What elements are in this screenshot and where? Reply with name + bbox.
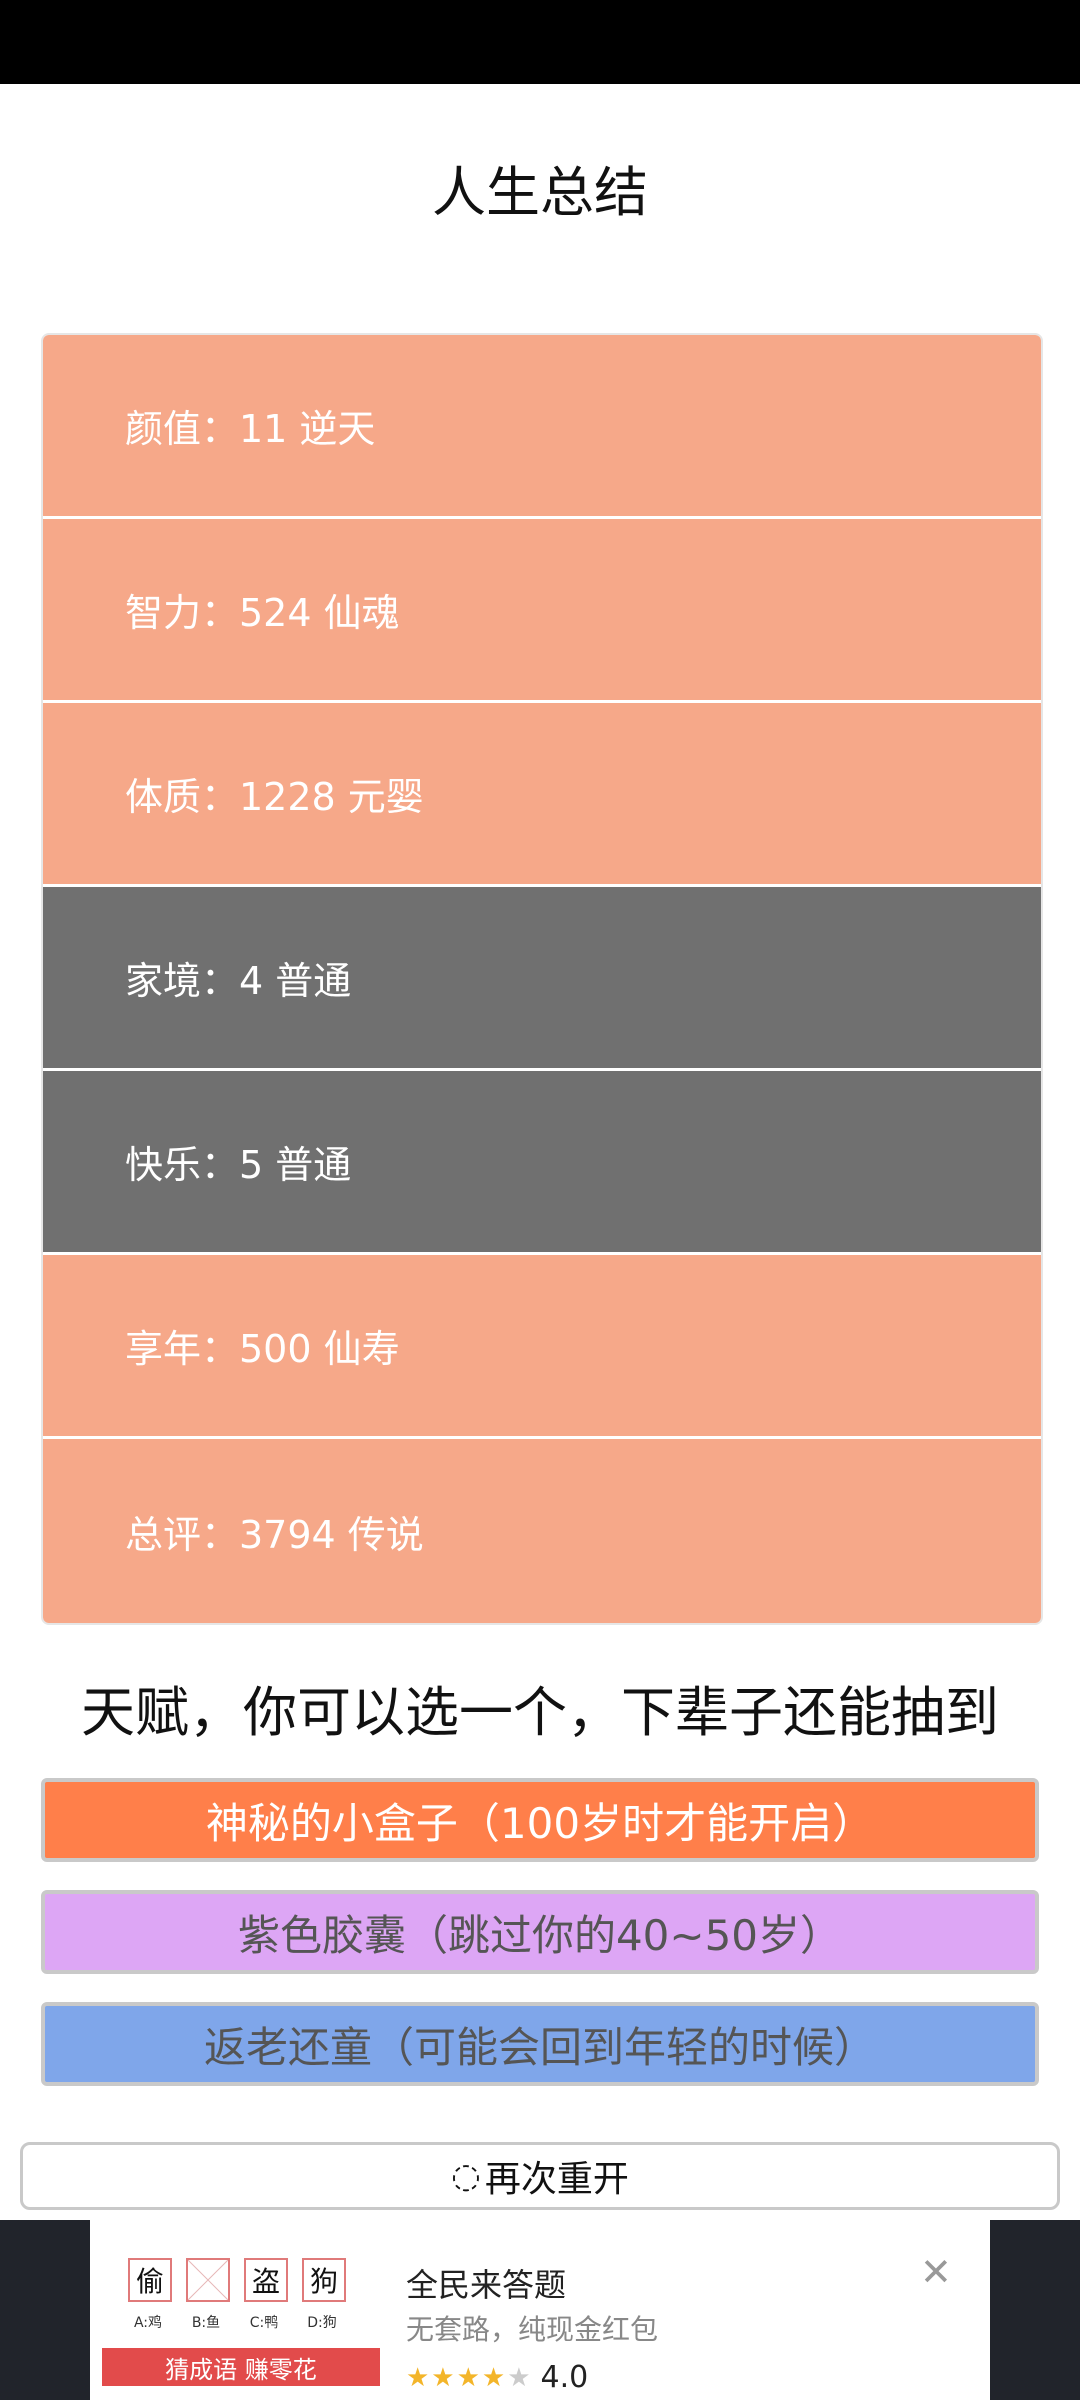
restart-label: 再次重开 — [484, 2159, 629, 2200]
stat-label: 家境：4 普通 — [125, 959, 352, 1003]
stat-row-appearance: 颜值：11 逆天 — [43, 335, 1041, 519]
stat-label: 体质：1228 元婴 — [125, 775, 424, 819]
stat-label: 颜值：11 逆天 — [125, 407, 376, 451]
talent-label: 返老还童（可能会回到年轻的时候） — [203, 2022, 876, 2072]
talent-option-rejuvenation[interactable]: 返老还童（可能会回到年轻的时候） — [41, 2002, 1039, 2086]
stat-row-intelligence: 智力：524 仙魂 — [43, 519, 1041, 703]
ad-rating: ★★★★★ 4.0 — [406, 2360, 588, 2395]
stats-panel: 颜值：11 逆天 智力：524 仙魂 体质：1228 元婴 家境：4 普通 快乐… — [41, 333, 1043, 1625]
status-bar — [0, 0, 1080, 84]
stat-label: 智力：524 仙魂 — [125, 591, 400, 635]
idiom-char-box: 盗 — [244, 2258, 288, 2302]
option-caption: B:鱼 — [191, 2315, 221, 2331]
close-icon[interactable]: ✕ — [920, 2250, 952, 2294]
blank-cross-icon — [188, 2260, 228, 2300]
stat-row-overall: 总评：3794 传说 — [43, 1439, 1041, 1623]
talent-label: 神秘的小盒子（100岁时才能开启） — [205, 1798, 875, 1848]
ad-container: 偷 盗 狗 A:鸡 B:鱼 C:鸭 D:狗 猜成语 赚零花 全民来答题 无套路，… — [0, 2220, 1080, 2400]
ad-card[interactable]: 偷 盗 狗 A:鸡 B:鱼 C:鸭 D:狗 猜成语 赚零花 全民来答题 无套路，… — [90, 2220, 990, 2400]
stat-row-constitution: 体质：1228 元婴 — [43, 703, 1041, 887]
talent-heading: 天赋，你可以选一个，下辈子还能抽到 — [81, 1681, 999, 1744]
rating-stars-icon: ★★★★★ — [406, 2362, 533, 2393]
ad-title: 全民来答题 — [406, 2266, 567, 2304]
talent-option-mystery-box[interactable]: 神秘的小盒子（100岁时才能开启） — [41, 1778, 1039, 1862]
ad-subtitle: 无套路，纯现金红包 — [406, 2313, 659, 2346]
stat-label: 快乐：5 普通 — [125, 1143, 352, 1187]
talent-option-purple-capsule[interactable]: 紫色胶囊（跳过你的40~50岁） — [41, 1890, 1039, 1974]
restart-button[interactable]: ◌ 再次重开 — [20, 2142, 1060, 2210]
stat-row-lifespan: 享年：500 仙寿 — [43, 1255, 1041, 1439]
stat-label: 总评：3794 传说 — [125, 1512, 424, 1557]
idiom-char-box-empty — [186, 2258, 230, 2302]
option-caption: C:鸭 — [249, 2315, 279, 2331]
rating-value: 4.0 — [540, 2360, 589, 2395]
spinner-icon: ◌ — [451, 2156, 481, 2196]
option-caption: A:鸡 — [133, 2315, 163, 2331]
page-title: 人生总结 — [432, 161, 648, 224]
stat-label: 享年：500 仙寿 — [125, 1327, 400, 1371]
idiom-char-box: 偷 — [128, 2258, 172, 2302]
stat-row-family: 家境：4 普通 — [43, 887, 1041, 1071]
talent-label: 紫色胶囊（跳过你的40~50岁） — [237, 1910, 843, 1960]
idiom-char-box: 狗 — [302, 2258, 346, 2302]
option-caption: D:狗 — [307, 2315, 337, 2331]
stat-row-happiness: 快乐：5 普通 — [43, 1071, 1041, 1255]
ad-banner: 猜成语 赚零花 — [102, 2348, 380, 2386]
